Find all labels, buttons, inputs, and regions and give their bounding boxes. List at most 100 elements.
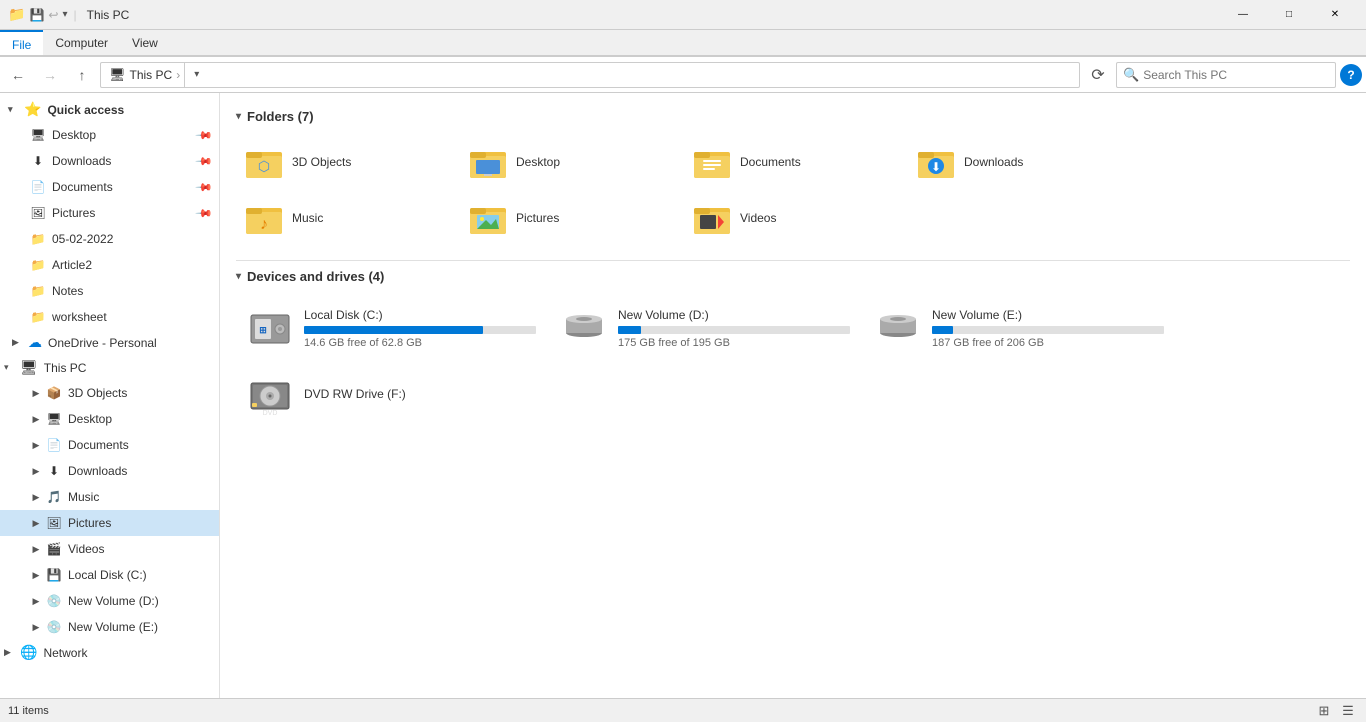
folder-item-3dobjects[interactable]: ⬡ 3D Objects — [236, 136, 456, 188]
sidebar-onedrive[interactable]: ▶ ☁ OneDrive - Personal — [0, 330, 219, 355]
chevron-right-icon-4: ▶ — [28, 440, 44, 451]
folder-label-3dobjects: 3D Objects — [292, 155, 351, 169]
address-path[interactable]: 🖥 This PC › ▾ — [100, 62, 1080, 88]
drive-e-fill — [932, 326, 953, 334]
drive-item-f[interactable]: DVD DVD RW Drive (F:) — [236, 364, 546, 428]
sidebar-item-new-vol-d[interactable]: ▶ 💿 New Volume (D:) — [0, 588, 219, 614]
pin-icon-4: 📌 — [195, 204, 214, 223]
folder-item-downloads[interactable]: ⬇ Downloads — [908, 136, 1128, 188]
quick-access-label: Quick access — [47, 103, 124, 117]
list-view-button[interactable]: ☰ — [1338, 701, 1358, 721]
folder-item-documents[interactable]: Documents — [684, 136, 904, 188]
pin-icon: 📌 — [195, 126, 214, 145]
drive-item-c[interactable]: ⊞ Local Disk (C:) 14.6 GB free of 62.8 G… — [236, 296, 546, 360]
drive-c-info: Local Disk (C:) 14.6 GB free of 62.8 GB — [304, 308, 536, 349]
sidebar-item-local-disk[interactable]: ▶ 💾 Local Disk (C:) — [0, 562, 219, 588]
sidebar-item-music-pc[interactable]: ▶ 🎵 Music — [0, 484, 219, 510]
folder-item-pictures[interactable]: Pictures — [460, 192, 680, 244]
title-bar-icons: 📁 💾 ↩ ▾ | — [8, 6, 79, 23]
path-this-pc: This PC — [130, 68, 173, 82]
folder-item-videos[interactable]: Videos — [684, 192, 904, 244]
chevron-right-icon-8: ▶ — [28, 544, 44, 555]
desktop-icon: 🖥 — [28, 125, 48, 145]
folder-label-desktop: Desktop — [516, 155, 560, 169]
local-disk-c-icon: ⊞ — [246, 304, 294, 352]
dropdown-arrow[interactable]: ▾ — [62, 9, 67, 20]
drive-grid: ⊞ Local Disk (C:) 14.6 GB free of 62.8 G… — [236, 296, 1350, 428]
chevron-down-icon-2: ▾ — [4, 362, 20, 373]
sidebar-this-pc-header[interactable]: ▾ 🖥 This PC — [0, 355, 219, 380]
pictures-icon: 🖼 — [28, 203, 48, 223]
network-label: Network — [43, 646, 87, 660]
collapse-folders-icon: ▾ — [236, 111, 241, 122]
quick-save-icon[interactable]: 💾 — [29, 8, 44, 22]
window-title: This PC — [87, 8, 1220, 22]
folder-label-downloads: Downloads — [964, 155, 1023, 169]
tab-file[interactable]: File — [0, 30, 43, 55]
sidebar-item-pictures-pc[interactable]: ▶ 🖼 Pictures — [0, 510, 219, 536]
chevron-right-icon-11: ▶ — [28, 622, 44, 633]
refresh-button[interactable]: ⟳ — [1084, 61, 1112, 89]
this-pc-icon: 🖥 — [20, 359, 38, 376]
drive-item-e[interactable]: New Volume (E:) 187 GB free of 206 GB — [864, 296, 1174, 360]
sidebar-network[interactable]: ▶ 🌐 Network — [0, 640, 219, 665]
drive-item-d[interactable]: New Volume (D:) 175 GB free of 195 GB — [550, 296, 860, 360]
sidebar-item-article2[interactable]: 📁 Article2 — [0, 252, 219, 278]
sidebar-item-desktop[interactable]: 🖥 Desktop 📌 — [0, 122, 219, 148]
quick-access-icon: ⭐ — [24, 101, 41, 118]
sidebar-item-documents[interactable]: 📄 Documents 📌 — [0, 174, 219, 200]
search-icon: 🔍 — [1123, 67, 1139, 83]
sidebar-item-desktop-pc[interactable]: ▶ 🖥 Desktop — [0, 406, 219, 432]
drives-title: Devices and drives (4) — [247, 269, 384, 284]
sidebar-item-documents-pc[interactable]: ▶ 📄 Documents — [0, 432, 219, 458]
sidebar-quick-access-header[interactable]: ▾ ⭐ Quick access — [0, 97, 219, 122]
sidebar-item-videos-pc[interactable]: ▶ 🎬 Videos — [0, 536, 219, 562]
3dobjects-folder-icon: ⬡ — [244, 142, 284, 182]
back-button[interactable]: ← — [4, 61, 32, 89]
folders-section-header[interactable]: ▾ Folders (7) — [236, 109, 1350, 124]
search-input[interactable] — [1143, 68, 1329, 82]
path-separator: › — [176, 68, 180, 82]
folder-label-videos: Videos — [740, 211, 776, 225]
drive-d-name: New Volume (D:) — [618, 308, 850, 322]
minimize-button[interactable]: — — [1220, 0, 1266, 30]
tab-view[interactable]: View — [120, 30, 170, 55]
svg-text:⬇: ⬇ — [931, 160, 941, 174]
sidebar-item-downloads-pc[interactable]: ▶ ⬇ Downloads — [0, 458, 219, 484]
status-right: ⊞ ☰ — [1314, 701, 1358, 721]
tab-computer[interactable]: Computer — [43, 30, 120, 55]
folder-item-music[interactable]: ♪ Music — [236, 192, 456, 244]
window-controls: — □ ✕ — [1220, 0, 1358, 30]
videos-folder-icon — [692, 198, 732, 238]
new-vol-e-icon: 💿 — [44, 617, 64, 637]
sidebar-item-new-vol-e[interactable]: ▶ 💿 New Volume (E:) — [0, 614, 219, 640]
documents-folder-icon — [692, 142, 732, 182]
close-button[interactable]: ✕ — [1312, 0, 1358, 30]
maximize-button[interactable]: □ — [1266, 0, 1312, 30]
sidebar-item-3dobjects[interactable]: ▶ 📦 3D Objects — [0, 380, 219, 406]
drive-f-name: DVD RW Drive (F:) — [304, 387, 536, 401]
pin-icon-3: 📌 — [195, 178, 214, 197]
chevron-right-icon-9: ▶ — [28, 570, 44, 581]
up-button[interactable]: ↑ — [68, 61, 96, 89]
undo-icon[interactable]: ↩ — [48, 8, 58, 22]
sidebar-item-notes[interactable]: 📁 Notes — [0, 278, 219, 304]
drives-section-header[interactable]: ▾ Devices and drives (4) — [236, 269, 1350, 284]
chevron-right-icon-7: ▶ — [28, 518, 44, 529]
sidebar-item-pictures[interactable]: 🖼 Pictures 📌 — [0, 200, 219, 226]
folder-label-pictures: Pictures — [516, 211, 559, 225]
drive-c-fill — [304, 326, 483, 334]
help-button[interactable]: ? — [1340, 64, 1362, 86]
folder-label-music: Music — [292, 211, 323, 225]
sidebar-item-date-folder[interactable]: 📁 05-02-2022 — [0, 226, 219, 252]
address-dropdown[interactable]: ▾ — [184, 62, 208, 88]
music-folder-icon: ♪ — [244, 198, 284, 238]
forward-button[interactable]: → — [36, 61, 64, 89]
svg-text:⬡: ⬡ — [258, 158, 270, 174]
sidebar-item-worksheet[interactable]: 📁 worksheet — [0, 304, 219, 330]
address-bar: ← → ↑ 🖥 This PC › ▾ ⟳ 🔍 ? — [0, 57, 1366, 93]
grid-view-button[interactable]: ⊞ — [1314, 701, 1334, 721]
documents-icon-2: 📄 — [44, 435, 64, 455]
folder-item-desktop[interactable]: Desktop — [460, 136, 680, 188]
sidebar-item-downloads[interactable]: ⬇ Downloads 📌 — [0, 148, 219, 174]
